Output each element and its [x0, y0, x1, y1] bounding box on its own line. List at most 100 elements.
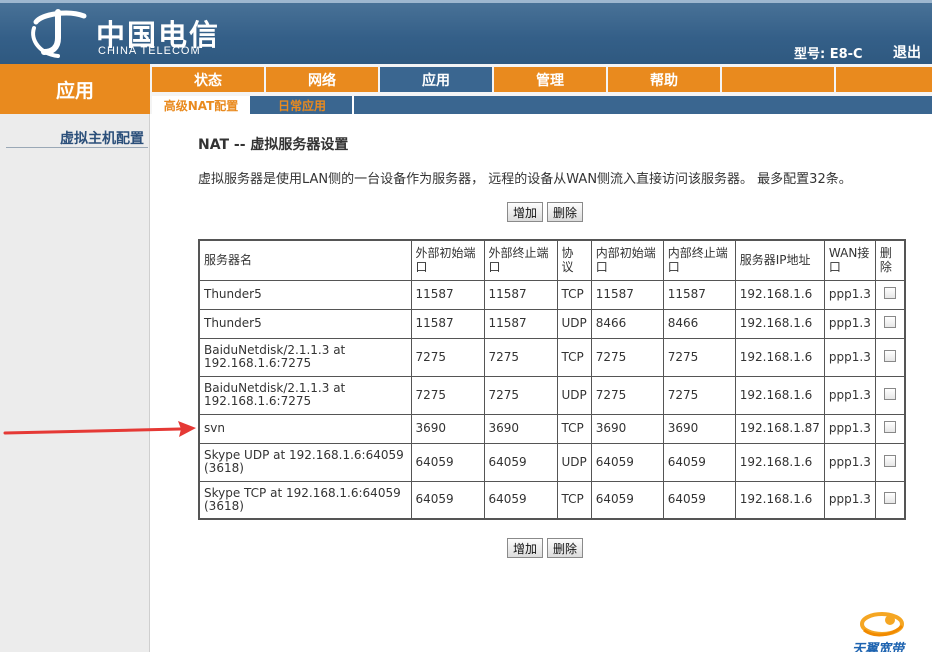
logout-link[interactable]: 退出 — [893, 42, 921, 62]
cell-ext-start: 7275 — [410, 375, 485, 415]
cell-int-start: 64059 — [590, 442, 664, 482]
cell-server-name: Skype UDP at 192.168.1.6:64059 (3618) — [198, 442, 412, 482]
page-title: NAT -- 虚拟服务器设置 — [198, 137, 349, 153]
cell-name-line2: (3618) — [204, 498, 244, 513]
header-wan-l2: 口 — [828, 260, 841, 275]
cell-delete — [874, 279, 906, 310]
cell-server-name: Thunder5 — [198, 308, 412, 339]
header-int-start-l2: 口 — [595, 260, 608, 275]
cell-ext-start: 11587 — [410, 279, 485, 310]
model-label: 型号: E8-C — [794, 47, 863, 62]
cell-int-start: 64059 — [590, 480, 664, 520]
logo-text-en: CHINA TELECOM — [98, 45, 201, 57]
cell-int-end: 7275 — [662, 337, 736, 377]
red-arrow-icon — [3, 421, 196, 437]
section-title: 应用 — [0, 64, 150, 114]
cell-ext-end: 64059 — [483, 442, 558, 482]
header-int-end: 内部终止端口 — [662, 239, 736, 281]
nav-tab-help[interactable]: 帮助 — [608, 67, 720, 92]
cell-ext-end: 7275 — [483, 337, 558, 377]
header-int-end-l2: 口 — [667, 260, 680, 275]
cell-delete — [874, 337, 906, 377]
nav-tab-network[interactable]: 网络 — [266, 67, 378, 92]
nav-tab-empty-2 — [836, 67, 932, 92]
cell-delete — [874, 442, 906, 482]
cell-wan: ppp1.3 — [823, 480, 876, 520]
header-protocol-l1: 协 — [561, 246, 574, 261]
sidebar: 虚拟主机配置 — [0, 114, 150, 652]
delete-checkbox[interactable] — [884, 454, 897, 467]
cell-delete — [874, 480, 906, 520]
cell-protocol: TCP — [556, 413, 592, 444]
cell-wan: ppp1.3 — [823, 308, 876, 339]
cell-wan: ppp1.3 — [823, 442, 876, 482]
nav-tab-application[interactable]: 应用 — [380, 67, 492, 92]
header-int-start: 内部初始端口 — [590, 239, 664, 281]
cell-ext-start: 64059 — [410, 442, 485, 482]
cell-name-line1: Skype TCP at 192.168.1.6:64059 — [204, 485, 401, 500]
cell-server-ip: 192.168.1.87 — [734, 413, 825, 444]
cell-server-name: svn — [198, 413, 412, 444]
cell-int-end: 64059 — [662, 442, 736, 482]
cell-protocol: TCP — [556, 480, 592, 520]
cell-server-ip: 192.168.1.6 — [734, 279, 825, 310]
delete-button-bottom[interactable]: 删除 — [547, 538, 584, 558]
cell-ext-end: 11587 — [483, 308, 558, 339]
delete-checkbox[interactable] — [884, 316, 897, 328]
table-row: svn 3690 3690 TCP 3690 3690 192.168.1.87… — [198, 413, 906, 444]
sub-tab-advanced-nat[interactable]: 高级NAT配置 — [152, 96, 250, 114]
add-button-top[interactable]: 增加 — [507, 202, 544, 222]
cell-ext-end: 64059 — [483, 480, 558, 520]
delete-checkbox[interactable] — [884, 492, 897, 505]
nav-tab-management[interactable]: 管理 — [494, 67, 606, 92]
cell-server-ip: 192.168.1.6 — [734, 308, 825, 339]
cell-int-start: 7275 — [590, 337, 664, 377]
sidebar-item-virtual-host[interactable]: 虚拟主机配置 — [0, 128, 150, 148]
add-button-bottom[interactable]: 增加 — [507, 538, 544, 558]
header-server-name: 服务器名 — [198, 239, 412, 281]
page-description: 虚拟服务器是使用LAN侧的一台设备作为服务器， 远程的设备从WAN侧流入直接访问… — [198, 172, 852, 187]
cell-server-ip: 192.168.1.6 — [734, 337, 825, 377]
cell-int-end: 3690 — [662, 413, 736, 444]
delete-button-top[interactable]: 删除 — [547, 202, 584, 222]
cell-name-line1: Thunder5 — [204, 287, 262, 301]
cell-int-end: 7275 — [662, 375, 736, 415]
sidebar-divider — [6, 147, 148, 148]
header-ext-end-l2: 口 — [488, 260, 501, 275]
cell-ext-start: 64059 — [410, 480, 485, 520]
button-row-top: 增加 删除 — [507, 202, 584, 222]
header-top-line — [0, 0, 932, 3]
delete-checkbox[interactable] — [884, 387, 897, 400]
cell-delete — [874, 375, 906, 415]
cell-protocol: UDP — [556, 308, 592, 339]
china-telecom-logo: 中国电信 CHINA TELECOM — [28, 8, 228, 60]
cell-wan: ppp1.3 — [823, 375, 876, 415]
cell-int-end: 11587 — [662, 279, 736, 310]
cell-name-line2: (3618) — [204, 461, 244, 475]
cell-ext-start: 7275 — [410, 337, 485, 377]
telecom-emblem-icon — [31, 9, 87, 58]
header-delete-l2: 除 — [879, 260, 892, 275]
header-bar: 中国电信 CHINA TELECOM 型号: E8-C 退出 — [0, 0, 932, 64]
cell-name-line1: Thunder5 — [204, 316, 262, 330]
sub-tab-daily-apps[interactable]: 日常应用 — [252, 96, 352, 114]
delete-checkbox[interactable] — [884, 421, 897, 433]
delete-checkbox[interactable] — [884, 349, 897, 362]
header-ext-end: 外部终止端口 — [483, 239, 558, 281]
cell-int-start: 7275 — [590, 375, 664, 415]
header-ext-end-l1: 外部终止端 — [488, 246, 549, 261]
delete-checkbox[interactable] — [884, 287, 897, 299]
cell-int-end: 8466 — [662, 308, 736, 339]
button-row-bottom: 增加 删除 — [507, 538, 584, 558]
table-row: Skype TCP at 192.168.1.6:64059 (3618) 640… — [198, 480, 906, 520]
cell-protocol: UDP — [556, 442, 592, 482]
cell-name-line1: Skype UDP at 192.168.1.6:64059 — [204, 448, 404, 462]
cell-int-start: 8466 — [590, 308, 664, 339]
virtual-server-table: 服务器名 外部初始端口 外部终止端口 协议 内部初始端口 内部终止端口 服务器I… — [198, 239, 907, 520]
header-protocol-l2: 议 — [561, 260, 574, 275]
cell-protocol: TCP — [556, 279, 592, 310]
table-row: BaiduNetdisk/2.1.1.3 at 192.168.1.6:7275 … — [198, 375, 906, 415]
nav-tab-status[interactable]: 状态 — [152, 67, 264, 92]
cell-ext-end: 11587 — [483, 279, 558, 310]
cell-delete — [874, 308, 906, 339]
